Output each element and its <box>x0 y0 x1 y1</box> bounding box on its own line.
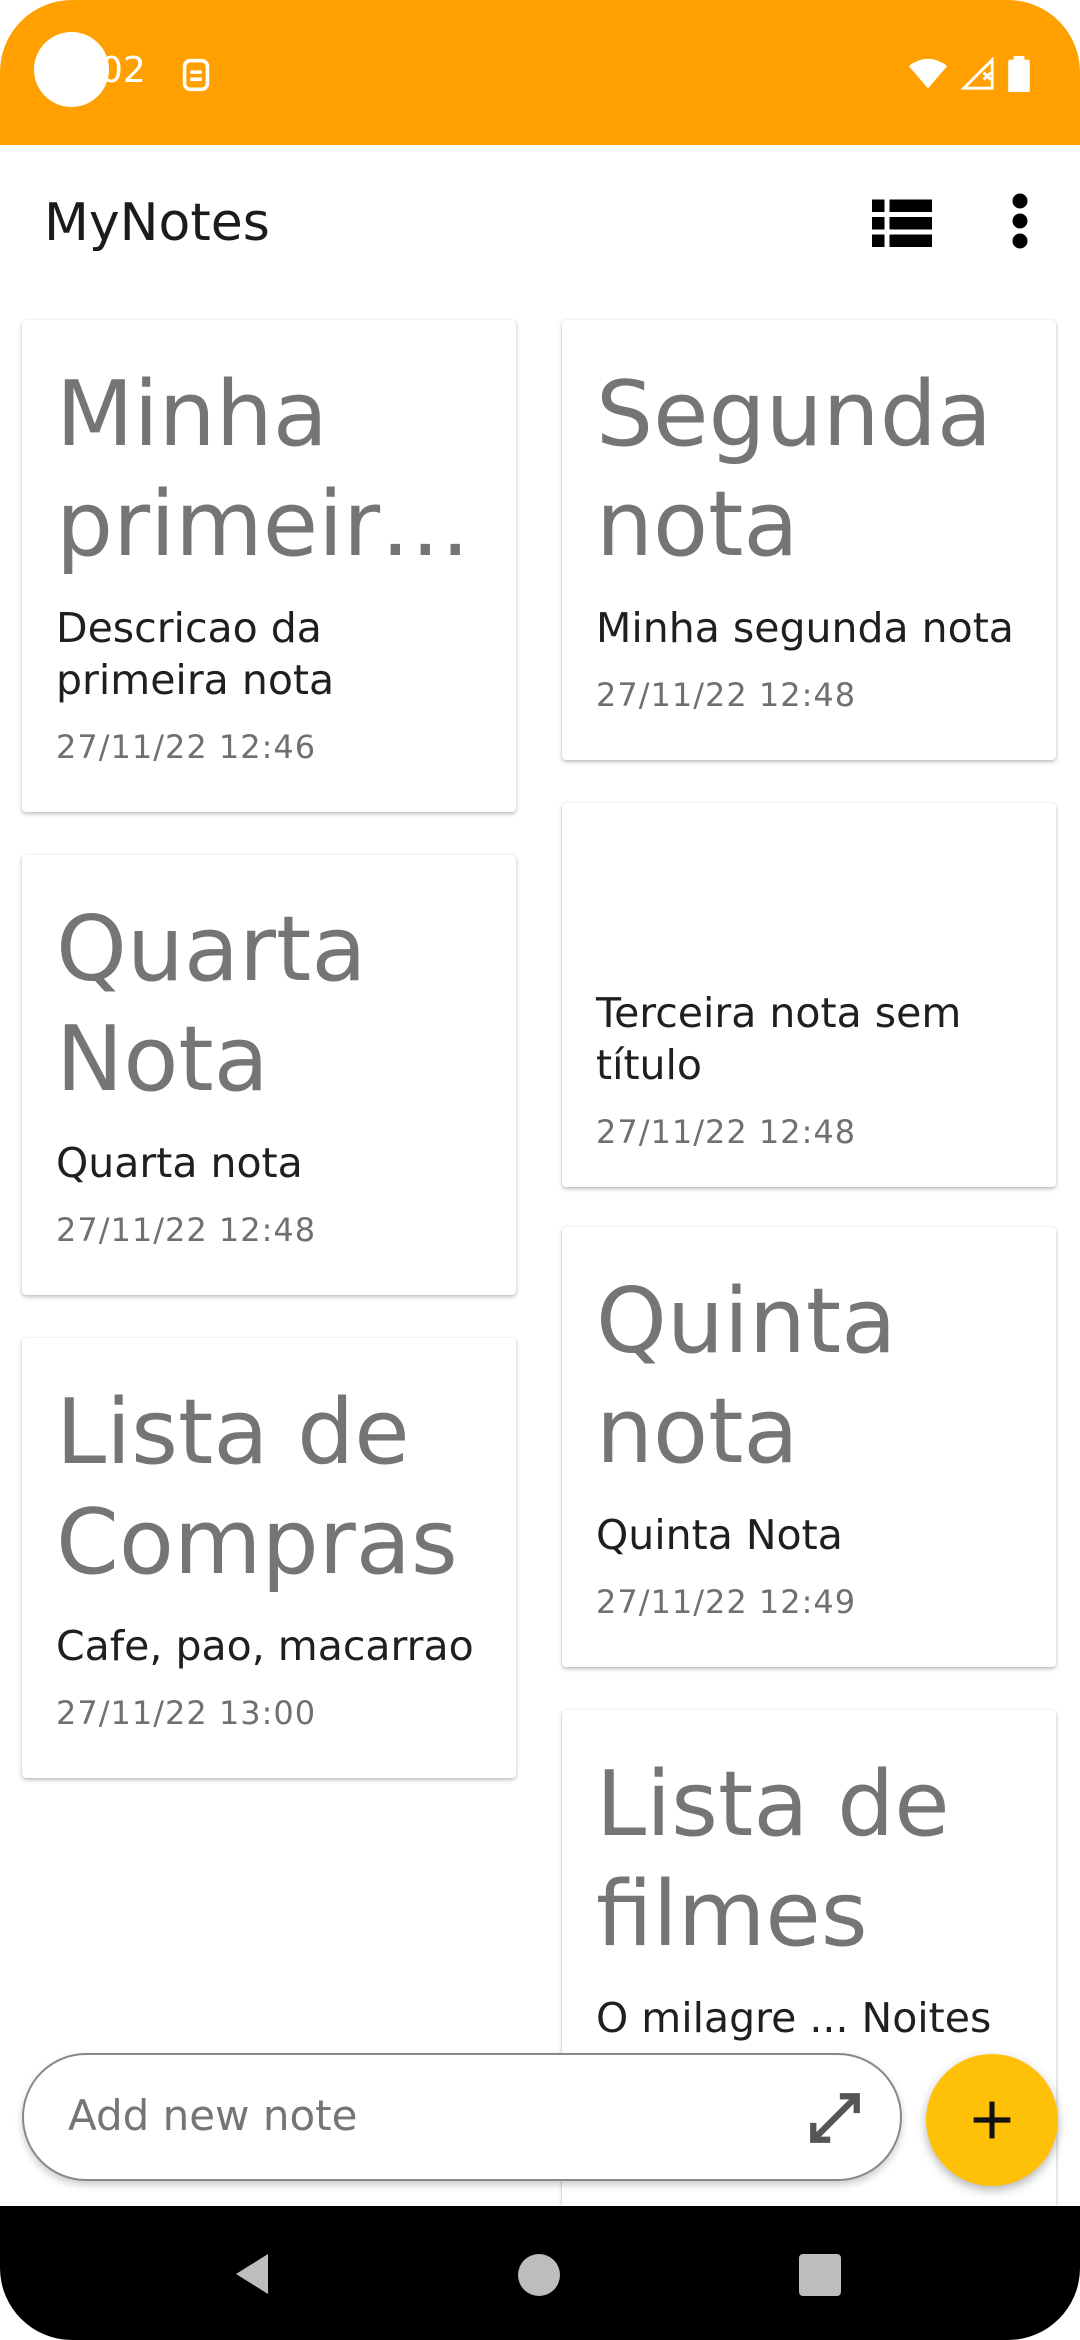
home-icon[interactable] <box>518 2254 560 2296</box>
add-note-input[interactable] <box>68 2091 768 2140</box>
battery-icon <box>1008 56 1030 92</box>
note-card[interactable]: Quinta nota Quinta Nota 27/11/22 12:49 <box>562 1227 1056 1667</box>
navigation-bar <box>0 2206 1080 2340</box>
note-title: Minha primeira nota <box>56 362 436 577</box>
plus-icon <box>973 2101 1011 2139</box>
note-card[interactable]: Quarta Nota Quarta nota 27/11/22 12:48 <box>22 855 516 1295</box>
note-date: 27/11/22 12:49 <box>596 1583 857 1621</box>
note-title: Lista de filmes <box>596 1752 950 1967</box>
add-note-fab[interactable] <box>926 2054 1058 2186</box>
view-list-icon[interactable] <box>872 197 932 247</box>
more-vert-icon[interactable] <box>1000 191 1040 251</box>
notification-icon <box>182 58 210 92</box>
wifi-icon <box>908 58 948 89</box>
note-body: Terceira nota sem título <box>596 989 962 1089</box>
expand-icon[interactable] <box>806 2089 864 2147</box>
back-icon[interactable] <box>232 2252 272 2296</box>
note-title: Quinta nota <box>596 1269 897 1484</box>
note-card[interactable]: Terceira nota sem título 27/11/22 12:48 <box>562 803 1056 1187</box>
app-title: MyNotes <box>44 193 270 253</box>
note-title: Lista de Compras <box>56 1380 458 1595</box>
camera-cutout <box>34 32 109 107</box>
note-date: 27/11/22 12:46 <box>56 728 317 766</box>
status-icons <box>908 56 1030 92</box>
status-bar: 02 <box>0 0 1080 145</box>
recents-icon[interactable] <box>799 2254 841 2296</box>
note-date: 27/11/22 12:48 <box>56 1211 317 1249</box>
notes-grid[interactable]: Minha primeira nota Descricao da primeir… <box>0 305 1080 2205</box>
note-body: Cafe, pao, macarrao <box>56 1622 474 1670</box>
note-date: 27/11/22 13:00 <box>56 1694 317 1732</box>
note-date: 27/11/22 12:48 <box>596 676 857 714</box>
note-card[interactable]: Lista de Compras Cafe, pao, macarrao 27/… <box>22 1338 516 1778</box>
note-title: Quarta Nota <box>56 897 367 1112</box>
app-bar: MyNotes <box>0 145 1080 305</box>
note-body: Quarta nota <box>56 1139 303 1187</box>
note-card[interactable]: Minha primeira nota Descricao da primeir… <box>22 320 516 812</box>
note-body: Descricao da primeira nota <box>56 604 335 704</box>
note-body: Quinta Nota <box>596 1511 843 1559</box>
signal-icon <box>960 57 994 90</box>
note-date: 27/11/22 12:48 <box>596 1113 857 1151</box>
add-note-bar[interactable] <box>22 2053 902 2181</box>
note-body: Minha segunda nota <box>596 604 1014 652</box>
note-card[interactable]: Segunda nota Minha segunda nota 27/11/22… <box>562 320 1056 760</box>
note-title: Segunda nota <box>596 362 992 577</box>
